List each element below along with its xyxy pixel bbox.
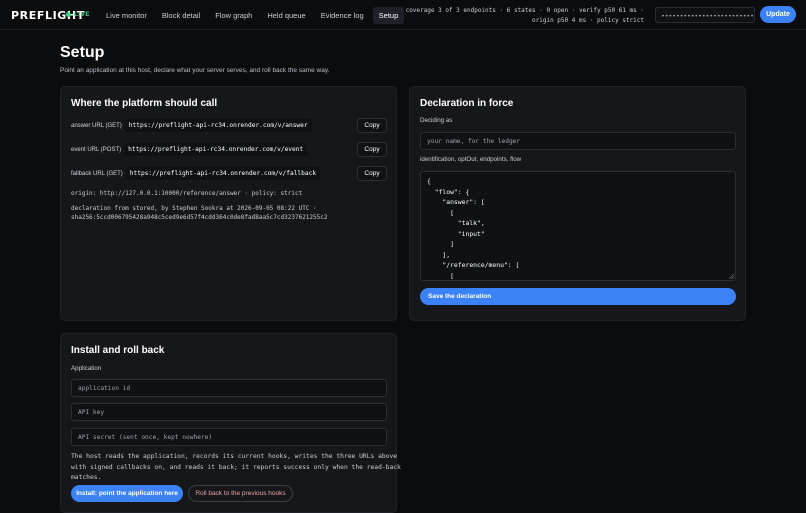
- nav-block-detail[interactable]: Block detail: [156, 7, 206, 24]
- fallback-url-label: fallback URL (GET): [71, 170, 123, 177]
- rollback-button[interactable]: Roll back to the previous hooks: [188, 485, 293, 502]
- api-key-input[interactable]: API key: [71, 403, 387, 421]
- platform-card: Where the platform should call answer UR…: [60, 86, 397, 321]
- save-declaration-button[interactable]: Save the declaration: [420, 288, 736, 305]
- declaration-card-title: Declaration in force: [420, 98, 514, 109]
- install-button[interactable]: Install: point the application here: [71, 485, 183, 502]
- page-subtitle: Point an application at this host, decla…: [60, 67, 330, 74]
- status-line-1: coverage 3 of 3 endpoints · 6 states · 0…: [405, 7, 644, 14]
- declaration-json-text: { "flow": { "answer": [ [ "talk", "input…: [427, 177, 520, 280]
- application-label: Application: [71, 365, 102, 372]
- deciding-as-label: Deciding as: [420, 117, 453, 124]
- origin-policy-line: origin: http://127.0.0.1:10000/reference…: [71, 190, 303, 197]
- token-input[interactable]: ••••••••••••••••••••••••••••••: [655, 7, 755, 23]
- update-button[interactable]: Update: [760, 6, 796, 23]
- declaration-json-editor[interactable]: { "flow": { "answer": [ [ "talk", "input…: [420, 171, 736, 281]
- main-nav: Live monitor Block detail Flow graph Hel…: [100, 7, 405, 24]
- status-line-2: origin p50 4 ms · policy strict: [532, 16, 644, 24]
- nav-live-monitor[interactable]: Live monitor: [100, 7, 153, 24]
- answer-url-label: answer URL (GET): [71, 122, 122, 129]
- application-id-input[interactable]: application id: [71, 379, 387, 397]
- declaration-card: Declaration in force Deciding as your na…: [409, 86, 746, 321]
- answer-url-row: answer URL (GET) https://preflight-api-r…: [71, 118, 312, 133]
- copy-event-url-button[interactable]: Copy: [357, 142, 387, 157]
- fallback-url-value: https://preflight-api-rc34.onrender.com/…: [125, 167, 321, 180]
- event-url-value: https://preflight-api-rc34.onrender.com/…: [124, 143, 308, 156]
- copy-fallback-url-button[interactable]: Copy: [357, 166, 387, 181]
- live-badge: LIVE: [66, 11, 90, 18]
- declaration-source-line: declaration from stored, by Stephen Sook…: [71, 205, 317, 212]
- copy-answer-url-button[interactable]: Copy: [357, 118, 387, 133]
- install-description: The host reads the application, records …: [71, 453, 401, 481]
- answer-url-value: https://preflight-api-rc34.onrender.com/…: [124, 119, 312, 132]
- deciding-as-input[interactable]: your name, for the ledger: [420, 132, 736, 150]
- install-card-title: Install and roll back: [71, 345, 165, 356]
- declaration-hash-line: sha256:5ccd006795428a948c5ced9e6d57f4cdd…: [71, 214, 328, 221]
- event-url-label: event URL (POST): [71, 146, 122, 153]
- declaration-json-label: identification, optOut, endpoints, flow: [420, 156, 522, 163]
- live-dot-icon: [66, 12, 71, 17]
- nav-evidence-log[interactable]: Evidence log: [315, 7, 370, 24]
- nav-flow-graph[interactable]: Flow graph: [209, 7, 258, 24]
- api-secret-input[interactable]: API secret (sent once, kept nowhere): [71, 428, 387, 446]
- nav-held-queue[interactable]: Held queue: [261, 7, 311, 24]
- resize-handle-icon[interactable]: [728, 273, 734, 279]
- platform-card-title: Where the platform should call: [71, 98, 218, 109]
- event-url-row: event URL (POST) https://preflight-api-r…: [71, 142, 308, 157]
- live-label: LIVE: [74, 11, 91, 18]
- status-summary: coverage 3 of 3 endpoints · 6 states · 0…: [380, 6, 644, 25]
- install-card: Install and roll back Application applic…: [60, 333, 401, 513]
- page-title: Setup: [60, 44, 105, 61]
- fallback-url-row: fallback URL (GET) https://preflight-api…: [71, 166, 321, 181]
- top-bar: PREFLIGHT LIVE Live monitor Block detail…: [0, 0, 806, 30]
